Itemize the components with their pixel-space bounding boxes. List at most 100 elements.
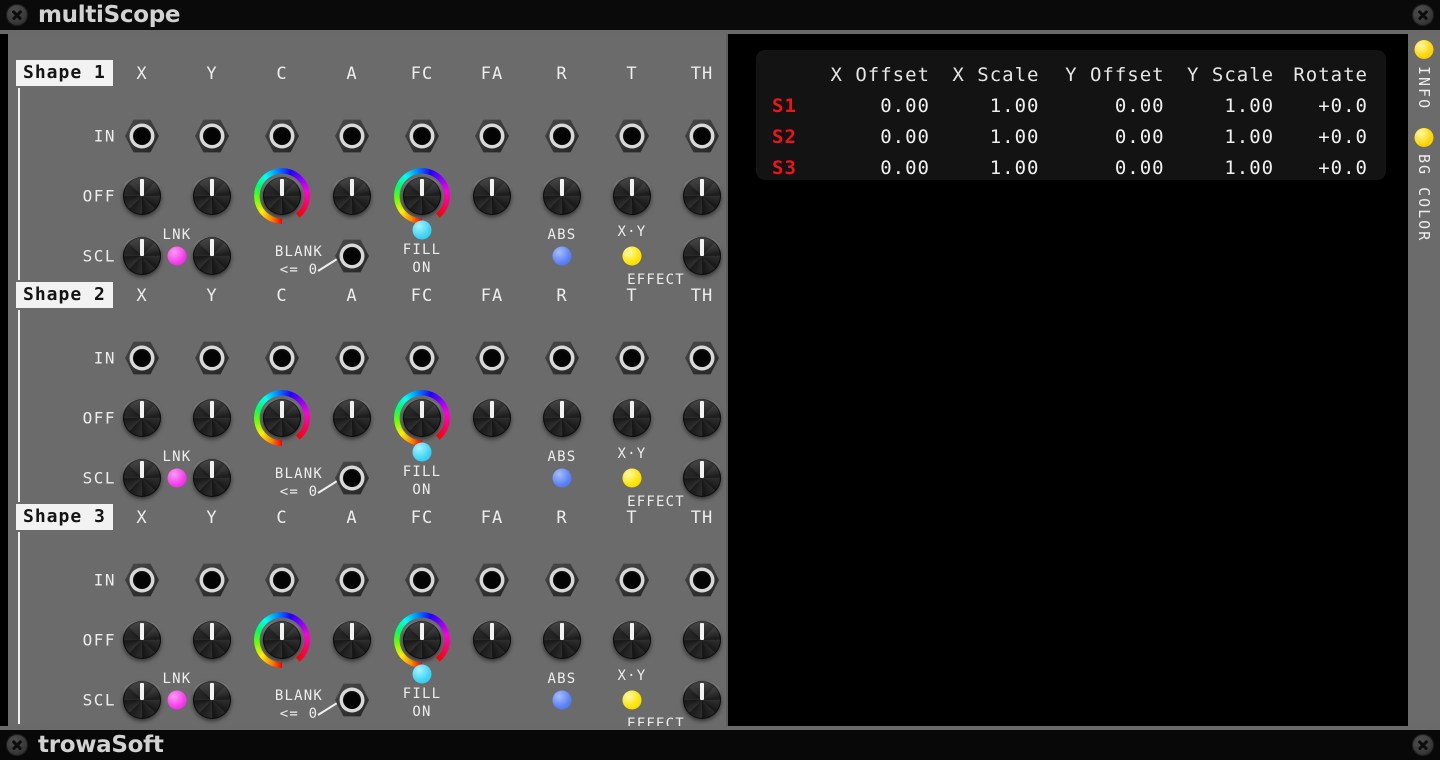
- abs-led[interactable]: [552, 468, 572, 488]
- xy-led[interactable]: [622, 690, 642, 710]
- input-port-c[interactable]: [265, 119, 299, 153]
- input-port-th[interactable]: [685, 119, 719, 153]
- offset-knob-a[interactable]: [332, 620, 372, 660]
- blank-port[interactable]: [335, 461, 369, 495]
- input-port-x[interactable]: [125, 563, 159, 597]
- offset-knob-fa[interactable]: [472, 620, 512, 660]
- input-port-r[interactable]: [545, 119, 579, 153]
- abs-led[interactable]: [552, 246, 572, 266]
- abs-led[interactable]: [552, 690, 572, 710]
- offset-knob-x[interactable]: [122, 398, 162, 438]
- knob-pointer: [560, 179, 564, 196]
- link-led[interactable]: [167, 690, 187, 710]
- input-port-y[interactable]: [195, 119, 229, 153]
- offset-knob-x[interactable]: [122, 620, 162, 660]
- offset-knob-t[interactable]: [612, 176, 652, 216]
- blank-port[interactable]: [335, 683, 369, 717]
- input-port-fc[interactable]: [405, 341, 439, 375]
- offset-knob-c[interactable]: [254, 390, 310, 446]
- effect-knob-th[interactable]: [682, 458, 722, 498]
- column-header-fa: FA: [480, 508, 504, 528]
- close-icon-right[interactable]: [1412, 4, 1434, 26]
- dot-indicator-icon[interactable]: [1414, 128, 1434, 147]
- link-led[interactable]: [167, 246, 187, 266]
- knob-pointer: [210, 401, 214, 418]
- input-port-fa[interactable]: [475, 563, 509, 597]
- input-port-t[interactable]: [615, 563, 649, 597]
- offset-knob-y[interactable]: [192, 620, 232, 660]
- input-port-y[interactable]: [195, 341, 229, 375]
- knob-pointer: [420, 179, 424, 196]
- input-port-r[interactable]: [545, 341, 579, 375]
- column-header-a: A: [346, 64, 358, 84]
- readout-cell-rotate: +0.0: [1318, 126, 1368, 148]
- input-port-fa[interactable]: [475, 341, 509, 375]
- offset-knob-r[interactable]: [542, 398, 582, 438]
- close-icon[interactable]: [6, 4, 28, 26]
- blank-port[interactable]: [335, 239, 369, 273]
- input-port-c[interactable]: [265, 341, 299, 375]
- dot-indicator-icon[interactable]: [1414, 40, 1434, 59]
- offset-knob-a[interactable]: [332, 398, 372, 438]
- port-hole: [623, 571, 641, 589]
- offset-knob-t[interactable]: [612, 620, 652, 660]
- close-icon[interactable]: [6, 734, 28, 756]
- input-port-y[interactable]: [195, 563, 229, 597]
- input-port-fc[interactable]: [405, 119, 439, 153]
- fill-led[interactable]: [412, 220, 432, 240]
- effect-knob-th[interactable]: [682, 236, 722, 276]
- offset-knob-x[interactable]: [122, 176, 162, 216]
- fill-led[interactable]: [412, 442, 432, 462]
- scale-knob-x[interactable]: [122, 458, 162, 498]
- offset-knob-fc[interactable]: [394, 390, 450, 446]
- input-port-th[interactable]: [685, 563, 719, 597]
- table-row: S3 0.00 1.00 0.00 1.00 +0.0: [766, 153, 1368, 184]
- effect-knob-th[interactable]: [682, 680, 722, 720]
- offset-knob-a[interactable]: [332, 176, 372, 216]
- offset-knob-r[interactable]: [542, 176, 582, 216]
- offset-knob-c[interactable]: [254, 612, 310, 668]
- xy-led[interactable]: [622, 468, 642, 488]
- input-port-x[interactable]: [125, 341, 159, 375]
- offset-knob-fc[interactable]: [394, 612, 450, 668]
- scale-knob-y[interactable]: [192, 236, 232, 276]
- input-port-a[interactable]: [335, 563, 369, 597]
- knob-pointer: [210, 239, 214, 256]
- input-port-fc[interactable]: [405, 563, 439, 597]
- scale-knob-x[interactable]: [122, 236, 162, 276]
- input-port-a[interactable]: [335, 341, 369, 375]
- window-title: multiScope: [38, 2, 181, 28]
- offset-knob-th[interactable]: [682, 620, 722, 660]
- input-port-a[interactable]: [335, 119, 369, 153]
- input-port-th[interactable]: [685, 341, 719, 375]
- offset-knob-fa[interactable]: [472, 176, 512, 216]
- link-led[interactable]: [167, 468, 187, 488]
- offset-knob-th[interactable]: [682, 176, 722, 216]
- input-port-c[interactable]: [265, 563, 299, 597]
- offset-knob-fa[interactable]: [472, 398, 512, 438]
- offset-knob-t[interactable]: [612, 398, 652, 438]
- offset-knob-y[interactable]: [192, 398, 232, 438]
- offset-knob-c[interactable]: [254, 168, 310, 224]
- scale-knob-y[interactable]: [192, 458, 232, 498]
- scale-knob-y[interactable]: [192, 680, 232, 720]
- xy-led[interactable]: [622, 246, 642, 266]
- knob-pointer: [700, 623, 704, 640]
- input-port-t[interactable]: [615, 341, 649, 375]
- scale-knob-x[interactable]: [122, 680, 162, 720]
- input-port-x[interactable]: [125, 119, 159, 153]
- offset-knob-fc[interactable]: [394, 168, 450, 224]
- offset-knob-r[interactable]: [542, 620, 582, 660]
- offset-knob-th[interactable]: [682, 398, 722, 438]
- link-label: LNK: [162, 227, 192, 243]
- input-port-fa[interactable]: [475, 119, 509, 153]
- column-header-t: T: [626, 508, 638, 528]
- close-icon-footer-right[interactable]: [1412, 734, 1434, 756]
- input-port-t[interactable]: [615, 119, 649, 153]
- input-port-r[interactable]: [545, 563, 579, 597]
- port-hole: [133, 349, 151, 367]
- knob-pointer: [280, 179, 284, 196]
- offset-knob-y[interactable]: [192, 176, 232, 216]
- fill-led[interactable]: [412, 664, 432, 684]
- row-label-off: OFF: [82, 186, 116, 206]
